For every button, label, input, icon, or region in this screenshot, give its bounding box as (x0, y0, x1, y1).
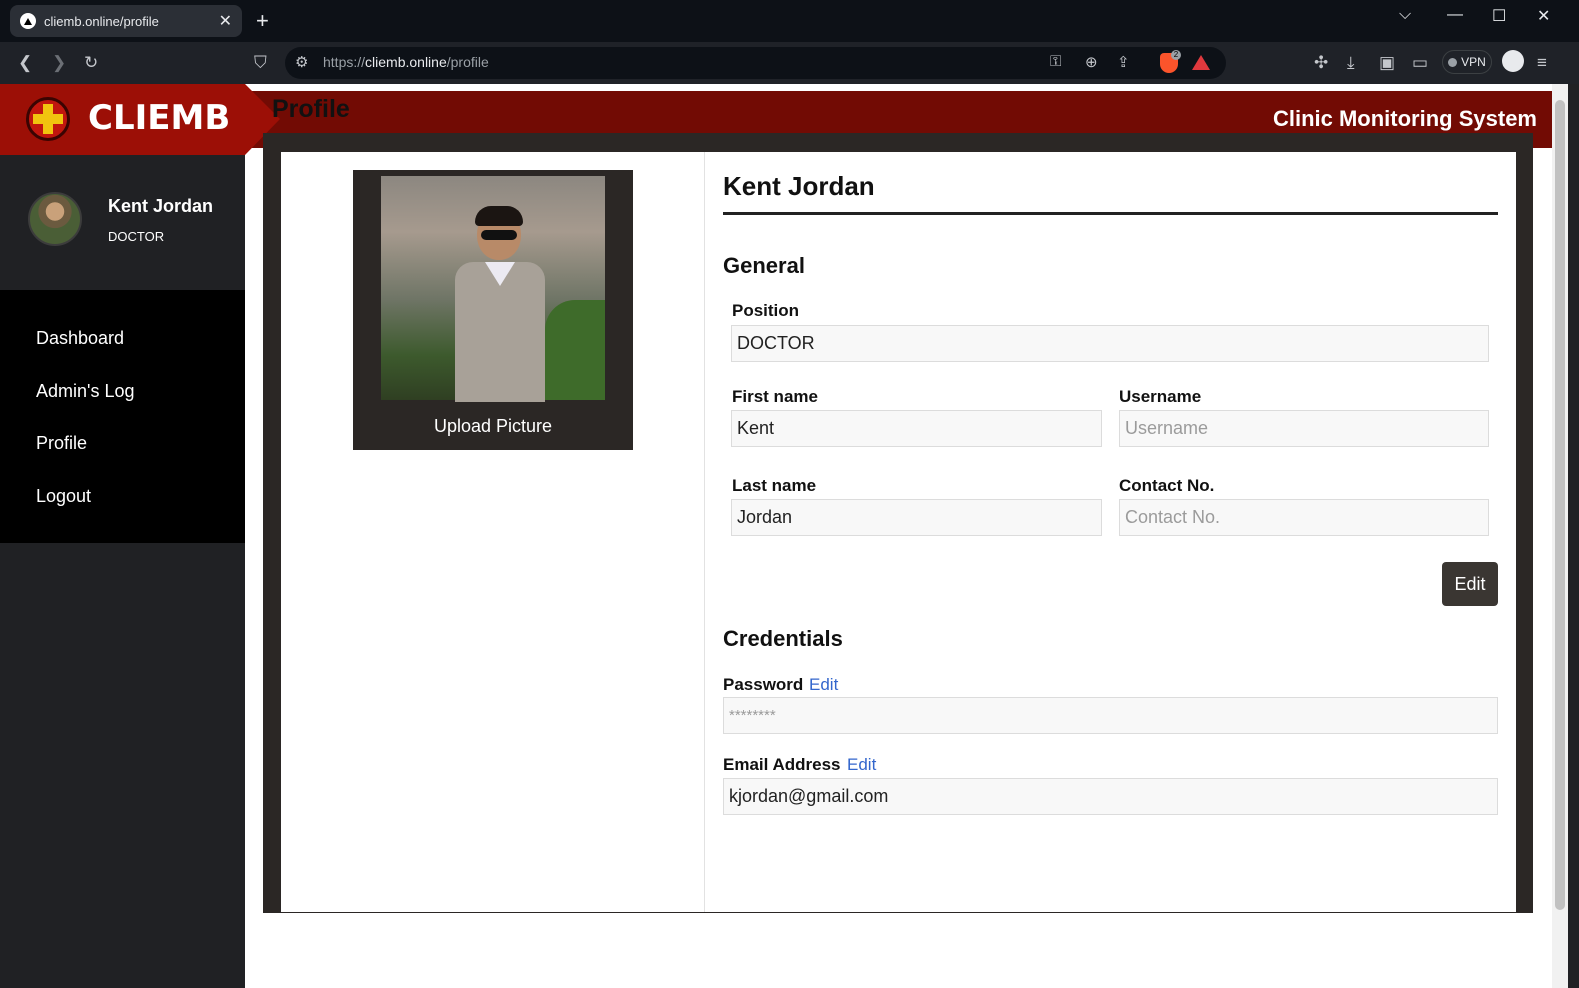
sidebar-nav: Dashboard Admin's Log Profile Logout (0, 290, 245, 543)
edit-email-link[interactable]: Edit (847, 755, 876, 775)
password-label: Password (723, 675, 804, 694)
logo-text: CLIEMB (88, 98, 231, 138)
credentials-heading: Credentials (723, 626, 843, 651)
site-settings-icon[interactable]: ⚙ (295, 53, 308, 71)
username-label: Username (1119, 387, 1202, 406)
tab-search-chevron-icon[interactable]: ⌵ (1399, 6, 1411, 24)
menu-icon[interactable]: ≡ (1537, 52, 1547, 74)
column-divider (704, 152, 705, 912)
url-text: https://cliemb.online/profile (323, 54, 489, 70)
position-label: Position (732, 301, 800, 320)
page-title: Profile (272, 95, 350, 123)
minimize-icon[interactable]: — (1447, 6, 1463, 24)
reload-icon[interactable]: ↻ (84, 52, 98, 74)
sidebar: Kent Jordan DOCTOR Dashboard Admin's Log… (0, 155, 245, 988)
password-field[interactable] (723, 697, 1498, 734)
tab-close-icon[interactable]: ✕ (219, 11, 232, 31)
share-icon[interactable]: ⇪ (1117, 53, 1130, 71)
wallet-icon[interactable]: ▭ (1412, 52, 1428, 74)
photo-person-glasses (481, 230, 517, 240)
vpn-status-icon (1448, 57, 1458, 67)
photo-person-hair (475, 206, 523, 226)
vpn-label: VPN (1461, 55, 1486, 69)
close-window-icon[interactable]: ✕ (1537, 6, 1550, 26)
sidebar-item-admins-log[interactable]: Admin's Log (0, 378, 245, 431)
logo-cross-horizontal (33, 114, 63, 124)
browser-tab[interactable]: cliemb.online/profile ✕ (10, 5, 242, 37)
extensions-icon[interactable]: ✣ (1314, 52, 1328, 74)
download-icon[interactable]: ⤓ (1347, 52, 1355, 74)
contact-field[interactable] (1119, 499, 1489, 536)
sidebar-item-logout[interactable]: Logout (0, 483, 245, 536)
sidebar-item-profile[interactable]: Profile (0, 430, 245, 483)
logo-banner[interactable]: CLIEMB (0, 84, 280, 155)
maximize-icon[interactable]: ☐ (1492, 6, 1506, 26)
system-title: Clinic Monitoring System (1272, 106, 1537, 131)
shields-count-badge: 2 (1171, 50, 1181, 60)
site-favicon-icon (20, 13, 36, 29)
profile-name-heading: Kent Jordan (723, 171, 875, 201)
key-icon[interactable]: ⚿ (1050, 53, 1061, 70)
photo-person (455, 206, 545, 402)
photo-foliage (545, 300, 605, 400)
heading-rule (723, 212, 1498, 215)
edit-password-link[interactable]: Edit (809, 675, 838, 695)
sidebar-toggle-icon[interactable]: ▣ (1379, 52, 1395, 74)
new-tab-icon[interactable]: + (256, 8, 269, 34)
avatar (28, 192, 82, 246)
bookmark-icon[interactable]: ⛉ (254, 52, 267, 74)
last-name-field[interactable] (731, 499, 1102, 536)
address-bar[interactable]: ⚙ https://cliemb.online/profile ⚿ ⊕ ⇪ (285, 47, 1226, 79)
position-field[interactable] (731, 325, 1489, 362)
back-icon[interactable]: ❮ (18, 52, 32, 74)
scrollbar-thumb[interactable] (1555, 100, 1565, 910)
first-name-label: First name (732, 387, 818, 406)
window-edge (1568, 84, 1579, 988)
sidebar-user-name: Kent Jordan (108, 196, 214, 216)
email-label: Email Address (723, 755, 841, 774)
general-heading: General (723, 253, 805, 278)
sidebar-item-dashboard[interactable]: Dashboard (0, 325, 245, 378)
last-name-label: Last name (732, 476, 817, 495)
username-field[interactable] (1119, 410, 1489, 447)
forward-icon[interactable]: ❯ (52, 52, 66, 74)
browser-profile-icon[interactable] (1502, 50, 1524, 72)
browser-tab-bar: cliemb.online/profile ✕ + ⌵ — ☐ ✕ (0, 0, 1579, 42)
brave-rewards-icon[interactable] (1192, 55, 1210, 70)
edit-general-button[interactable]: Edit (1442, 562, 1498, 606)
sidebar-user: Kent Jordan DOCTOR (0, 155, 245, 290)
zoom-icon[interactable]: ⊕ (1085, 53, 1098, 71)
first-name-field[interactable] (731, 410, 1102, 447)
upload-picture-button[interactable]: Upload Picture (353, 416, 633, 437)
vpn-button[interactable]: VPN (1442, 50, 1492, 74)
tab-title: cliemb.online/profile (44, 13, 159, 29)
contact-label: Contact No. (1119, 476, 1215, 495)
sidebar-user-role: DOCTOR (108, 229, 165, 244)
email-field[interactable] (723, 778, 1498, 815)
